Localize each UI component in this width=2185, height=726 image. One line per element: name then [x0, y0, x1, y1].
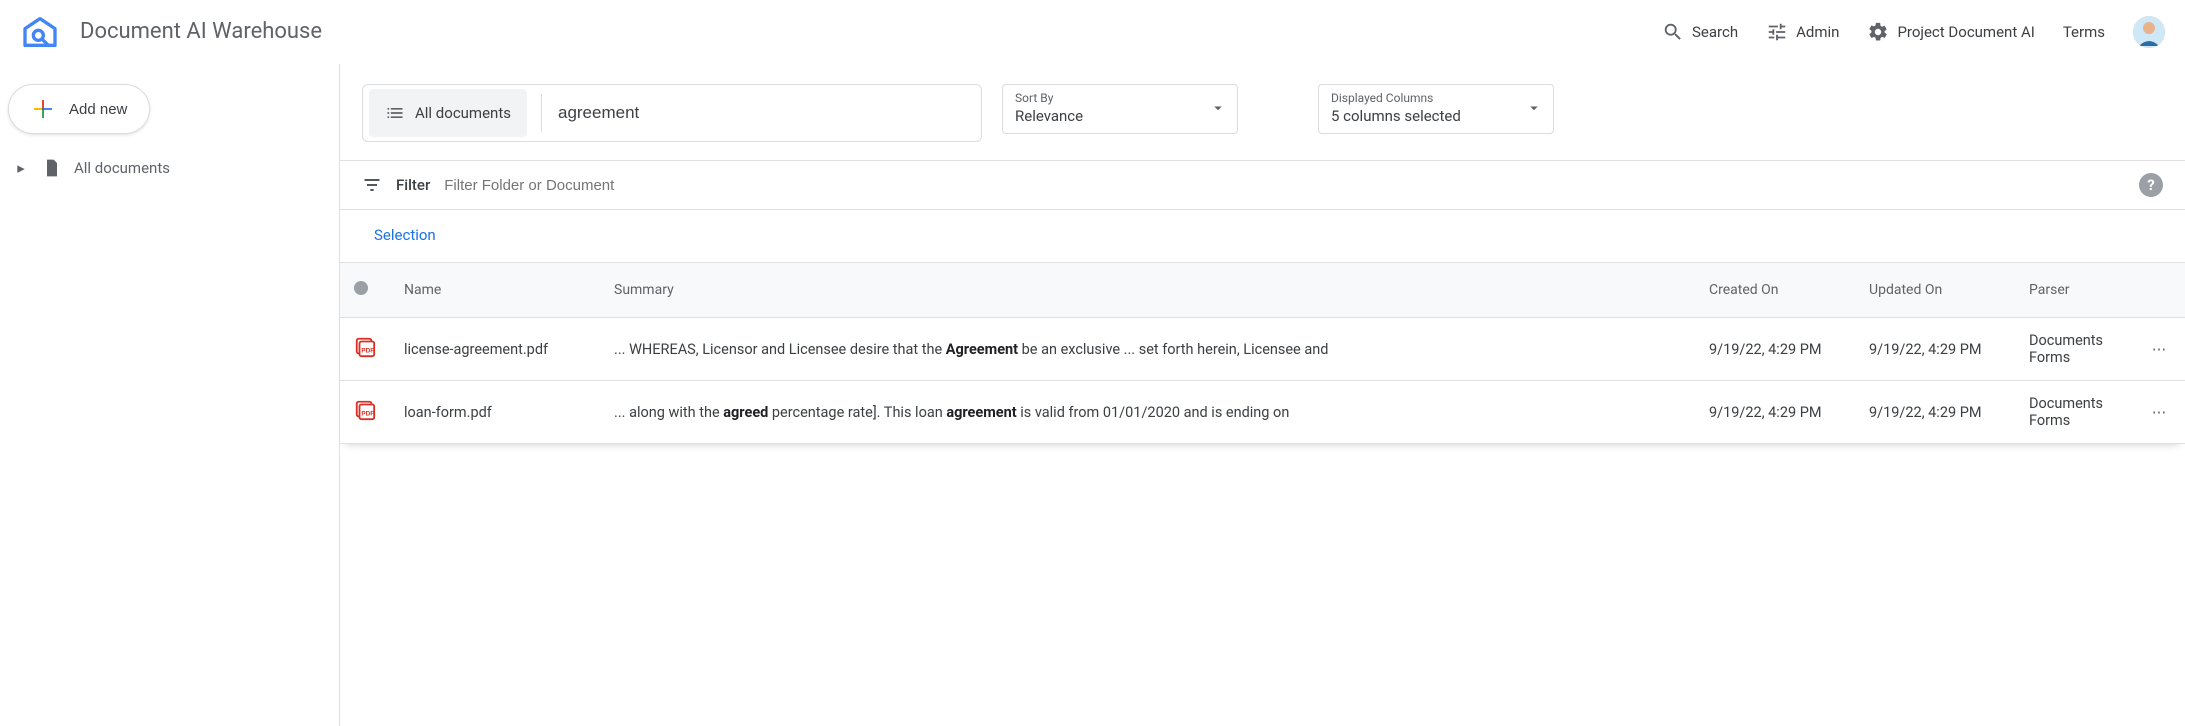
- header-project-link[interactable]: Project Document AI: [1867, 21, 2034, 43]
- file-name: license-agreement.pdf: [404, 341, 548, 358]
- header-search-label: Search: [1692, 23, 1738, 41]
- svg-text:PDF: PDF: [361, 411, 374, 418]
- main-content: All documents Sort By Relevance Displaye…: [340, 64, 2185, 726]
- caret-down-icon: [1209, 99, 1227, 117]
- table-row[interactable]: PDF loan-form.pdf ... along with the agree…: [340, 381, 2185, 444]
- pdf-icon: PDF: [354, 336, 376, 358]
- row-menu-button[interactable]: ⋯: [2152, 404, 2169, 421]
- filter-input[interactable]: [444, 177, 2125, 194]
- column-name[interactable]: Name: [390, 263, 600, 318]
- caret-down-icon: [1525, 99, 1543, 117]
- pdf-icon: PDF: [354, 399, 376, 421]
- add-new-button[interactable]: Add new: [8, 84, 150, 134]
- column-select: [340, 263, 390, 318]
- sidebar: Add new ▸ All documents: [0, 64, 340, 726]
- results-table: Name Summary Created On Updated On Parse…: [340, 263, 2185, 444]
- sort-by-label: Sort By: [1015, 91, 1225, 105]
- filter-icon: [362, 175, 382, 195]
- app-header: Document AI Warehouse Search Admin Proje…: [0, 0, 2185, 64]
- add-new-label: Add new: [69, 101, 127, 118]
- header-admin-label: Admin: [1796, 23, 1839, 41]
- header-terms-label: Terms: [2063, 23, 2105, 41]
- header-admin-link[interactable]: Admin: [1766, 21, 1839, 43]
- column-updated[interactable]: Updated On: [1855, 263, 2015, 318]
- app-title: Document AI Warehouse: [80, 19, 322, 44]
- user-avatar[interactable]: [2133, 16, 2165, 48]
- search-input[interactable]: [544, 85, 981, 141]
- file-name: loan-form.pdf: [404, 404, 492, 421]
- displayed-columns-label: Displayed Columns: [1331, 91, 1541, 105]
- search-scope-selector[interactable]: All documents: [369, 89, 527, 137]
- parser-name: Documents Forms: [2015, 318, 2135, 381]
- search-scope-label: All documents: [415, 104, 511, 122]
- header-terms-link[interactable]: Terms: [2063, 23, 2105, 41]
- search-icon: [1662, 21, 1684, 43]
- tabs: Selection: [340, 210, 2185, 263]
- tree-caret-icon: ▸: [12, 159, 30, 177]
- displayed-columns-value: 5 columns selected: [1331, 107, 1541, 125]
- filter-bar: Filter ?: [340, 160, 2185, 210]
- app-logo-icon: [20, 12, 60, 52]
- list-icon: [385, 103, 405, 123]
- header-search-link[interactable]: Search: [1662, 21, 1738, 43]
- tab-selection[interactable]: Selection: [362, 210, 448, 262]
- avatar-icon: [2133, 16, 2165, 48]
- sort-by-dropdown[interactable]: Sort By Relevance: [1002, 84, 1238, 134]
- header-project-label: Project Document AI: [1897, 23, 2034, 41]
- created-on: 9/19/22, 4:29 PM: [1695, 318, 1855, 381]
- row-menu-button[interactable]: ⋯: [2152, 341, 2169, 358]
- updated-on: 9/19/22, 4:29 PM: [1855, 318, 2015, 381]
- document-icon: [42, 158, 62, 178]
- help-icon[interactable]: ?: [2139, 173, 2163, 197]
- svg-text:PDF: PDF: [361, 348, 374, 355]
- column-summary[interactable]: Summary: [600, 263, 1695, 318]
- column-created[interactable]: Created On: [1695, 263, 1855, 318]
- gear-icon: [1867, 21, 1889, 43]
- search-box: All documents: [362, 84, 982, 142]
- table-row[interactable]: PDF license-agreement.pdf ... WHEREAS, Lic…: [340, 318, 2185, 381]
- column-actions: [2135, 263, 2185, 318]
- summary-text: ... along with the agreed percentage rat…: [614, 404, 1681, 421]
- updated-on: 9/19/22, 4:29 PM: [1855, 381, 2015, 444]
- displayed-columns-dropdown[interactable]: Displayed Columns 5 columns selected: [1318, 84, 1554, 134]
- column-parser[interactable]: Parser: [2015, 263, 2135, 318]
- summary-text: ... WHEREAS, Licensor and Licensee desir…: [614, 341, 1681, 358]
- parser-name: Documents Forms: [2015, 381, 2135, 444]
- filter-label: Filter: [396, 176, 430, 194]
- sidebar-all-documents-label: All documents: [74, 159, 170, 177]
- sort-by-value: Relevance: [1015, 107, 1225, 125]
- sidebar-all-documents[interactable]: ▸ All documents: [8, 152, 331, 184]
- plus-icon: [31, 97, 55, 121]
- tune-icon: [1766, 21, 1788, 43]
- created-on: 9/19/22, 4:29 PM: [1695, 381, 1855, 444]
